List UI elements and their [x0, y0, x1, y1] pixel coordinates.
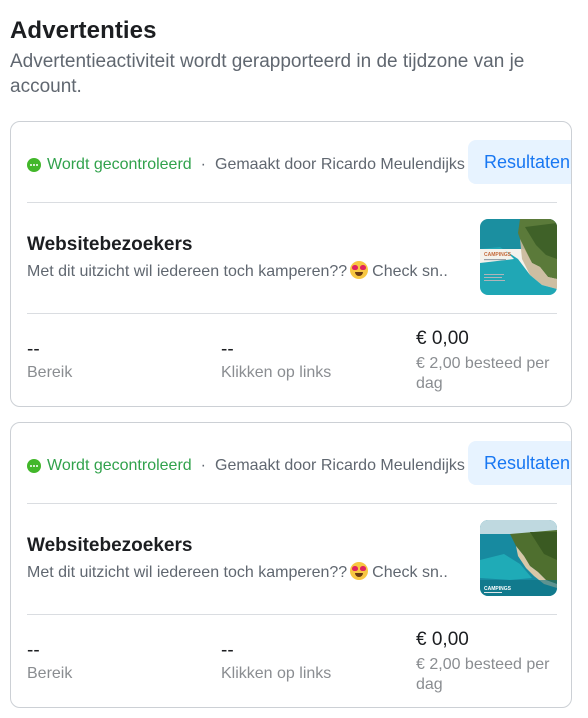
ad-name[interactable]: Websitebezoekers	[27, 535, 192, 557]
reach-value: --	[27, 339, 40, 360]
spend-value: € 0,00	[416, 629, 469, 650]
ad-card-header: Wordt gecontroleerd · Gemaakt door Ricar…	[27, 453, 465, 479]
ad-card-header: Wordt gecontroleerd · Gemaakt door Ricar…	[27, 152, 465, 178]
ad-name[interactable]: Websitebezoekers	[27, 234, 192, 256]
divider	[27, 614, 557, 615]
creator-label: Gemaakt door Ricardo Meulendijks	[215, 457, 465, 474]
clicks-label: Klikken op links	[221, 665, 332, 682]
status-label: Wordt gecontroleerd	[47, 457, 192, 474]
coastline-thumbnail-icon: CAMPINGS	[480, 219, 557, 295]
ad-body-start: Met dit uitzicht wil iedereen toch kampe…	[27, 564, 348, 581]
ad-body-start: Met dit uitzicht wil iedereen toch kampe…	[27, 263, 348, 280]
coastline-thumbnail-icon: CAMPINGS	[480, 520, 557, 596]
reach-value: --	[27, 640, 40, 661]
heart-eyes-emoji-icon	[350, 562, 369, 580]
creator-label: Gemaakt door Ricardo Meulendijks	[215, 156, 465, 173]
ad-card[interactable]: Wordt gecontroleerd · Gemaakt door Ricar…	[10, 121, 572, 407]
page-subtitle: Advertentieactiviteit wordt gerapporteer…	[10, 51, 525, 97]
reach-label: Bereik	[27, 364, 73, 381]
ad-body-end: Check sn...	[372, 263, 447, 280]
spend-value: € 0,00	[416, 328, 469, 349]
results-button[interactable]: Resultaten	[468, 441, 571, 485]
heart-eyes-emoji-icon	[350, 261, 369, 279]
status-label: Wordt gecontroleerd	[47, 156, 192, 173]
ad-body-end: Check sn...	[372, 564, 447, 581]
page-title: Advertenties	[10, 17, 157, 44]
ad-body-text: Met dit uitzicht wil iedereen toch kampe…	[27, 562, 447, 582]
ad-thumbnail-image[interactable]: CAMPINGS	[480, 520, 557, 596]
thumbnail-caption: CAMPINGS	[484, 586, 512, 592]
thumbnail-caption: CAMPINGS	[484, 252, 512, 258]
clicks-label: Klikken op links	[221, 364, 332, 381]
status-dot-icon	[27, 158, 41, 172]
ad-card[interactable]: Wordt gecontroleerd · Gemaakt door Ricar…	[10, 422, 572, 708]
divider	[27, 313, 557, 314]
ad-body-text: Met dit uitzicht wil iedereen toch kampe…	[27, 261, 447, 281]
spend-label: € 2,00 besteed per dag	[416, 355, 550, 392]
spend-label: € 2,00 besteed per dag	[416, 656, 550, 693]
separator-dot: ·	[200, 457, 206, 474]
separator-dot: ·	[200, 156, 206, 173]
clicks-value: --	[221, 339, 234, 360]
status-dot-icon	[27, 459, 41, 473]
reach-label: Bereik	[27, 665, 73, 682]
divider	[27, 503, 557, 504]
clicks-value: --	[221, 640, 234, 661]
results-button[interactable]: Resultaten	[468, 140, 571, 184]
divider	[27, 202, 557, 203]
ad-thumbnail-image[interactable]: CAMPINGS	[480, 219, 557, 295]
